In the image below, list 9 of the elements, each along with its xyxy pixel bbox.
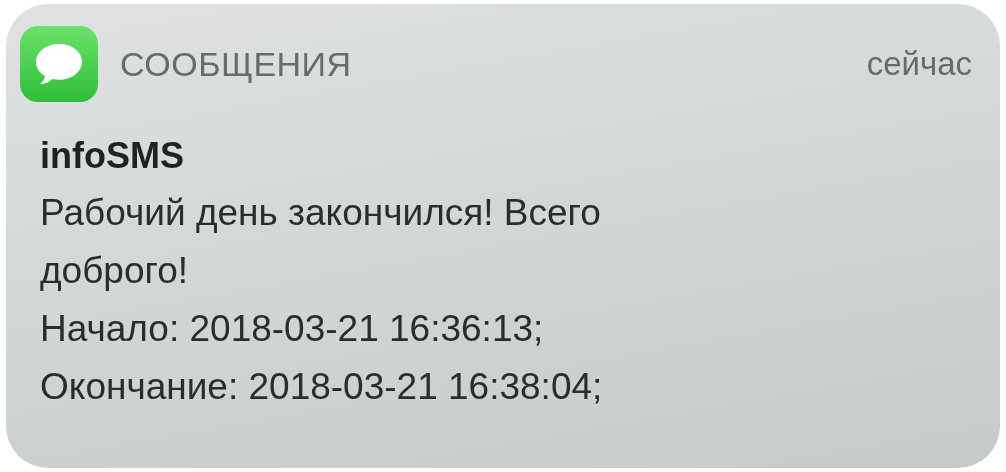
- notification-card[interactable]: СООБЩЕНИЯ сейчас infoSMS Рабочий день закончился! Всего доброго! Начало: 2018-03-21 16:36:13; Окончание: 2018-03-21 16:38:04;: [6, 4, 1000, 468]
- message-text: доброго!: [40, 249, 190, 293]
- sender-name: infoSMS: [40, 134, 185, 178]
- messages-app-icon: [20, 26, 98, 102]
- message-text: Рабочий день закончился! Всего: [40, 191, 602, 235]
- message-text: Начало: 2018-03-21 16:36:13;: [40, 307, 545, 351]
- message-text: Окончание: 2018-03-21 16:38:04;: [40, 365, 604, 409]
- notification-time: сейчас: [866, 45, 972, 83]
- app-name: СООБЩЕНИЯ: [120, 44, 353, 84]
